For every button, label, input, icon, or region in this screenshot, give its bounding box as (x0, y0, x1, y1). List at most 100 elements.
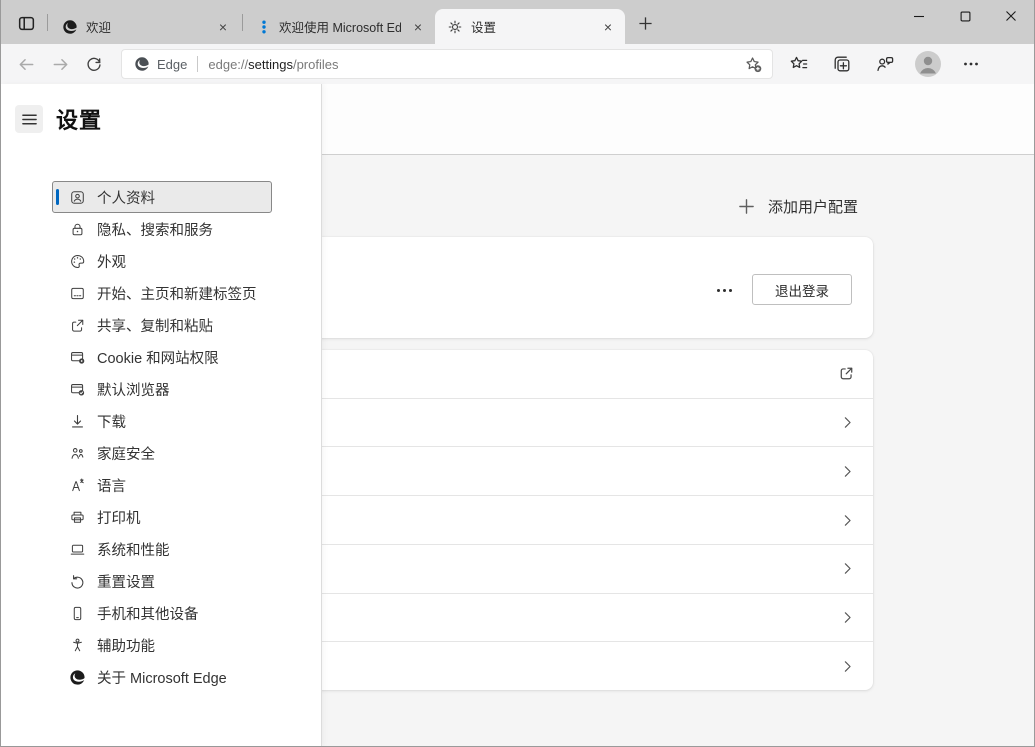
nav-item-reset-settings[interactable]: 重置设置 (52, 565, 272, 597)
profile-avatar[interactable] (912, 48, 944, 80)
chevron-right-icon (839, 463, 856, 480)
nav-item-languages[interactable]: 语言 (52, 469, 272, 501)
back-icon[interactable] (9, 47, 43, 81)
address-bar[interactable]: Edge edge://settings/profiles (121, 49, 773, 79)
url-text: edge://settings/profiles (208, 57, 338, 72)
gear-icon (447, 19, 463, 35)
system-icon (68, 541, 86, 558)
start-page-icon (68, 285, 86, 302)
nav-item-label: 隐私、搜索和服务 (97, 219, 213, 240)
cookie-permissions-icon (68, 349, 86, 366)
chevron-right-icon (839, 414, 856, 431)
palette-icon (68, 253, 86, 270)
family-icon (68, 445, 86, 462)
chevron-right-icon (839, 609, 856, 626)
nav-item-family-safety[interactable]: 家庭安全 (52, 437, 272, 469)
chevron-right-icon (839, 560, 856, 577)
settings-nav: 个人资料 隐私、搜索和服务 外观 开始、主页和新建标签页 共享、复制和粘贴 Co… (52, 181, 272, 693)
language-icon (68, 477, 86, 494)
forward-icon[interactable] (43, 47, 77, 81)
minimize-icon[interactable] (896, 0, 942, 32)
nav-item-label: 语言 (97, 475, 126, 496)
nav-item-accessibility[interactable]: 辅助功能 (52, 629, 272, 661)
nav-item-label: 手机和其他设备 (97, 603, 199, 624)
nav-item-label: 个人资料 (97, 187, 155, 208)
nav-item-label: 开始、主页和新建标签页 (97, 283, 257, 304)
nav-item-printers[interactable]: 打印机 (52, 501, 272, 533)
settings-nav-drawer: 设置 个人资料 隐私、搜索和服务 外观 开始、主页和新建标签页 共享、复制和粘贴 (1, 84, 322, 746)
tab-bar: 欢迎 × 欢迎使用 Microsoft Edg × 设置 × (1, 0, 1034, 44)
chevron-right-icon (839, 512, 856, 529)
default-browser-icon (68, 381, 86, 398)
add-favorite-icon[interactable] (737, 51, 769, 77)
nav-item-label: 家庭安全 (97, 443, 155, 464)
edge-logo-icon (134, 56, 150, 72)
nav-item-label: 重置设置 (97, 571, 155, 592)
menu-icon[interactable] (15, 105, 43, 133)
nav-item-label: 关于 Microsoft Edge (97, 667, 227, 688)
lock-icon (68, 221, 86, 238)
nav-item-downloads[interactable]: 下载 (52, 405, 272, 437)
profile-badge-icon (68, 189, 86, 206)
tab-title: 欢迎 (86, 17, 206, 36)
nav-item-label: 默认浏览器 (97, 379, 170, 400)
nav-item-label: 下载 (97, 411, 126, 432)
nav-item-system-performance[interactable]: 系统和性能 (52, 533, 272, 565)
tab-settings[interactable]: 设置 × (435, 9, 625, 44)
nav-item-label: 系统和性能 (97, 539, 170, 560)
external-link-icon (837, 364, 856, 383)
chevron-right-icon (839, 658, 856, 675)
edge-logo-icon (68, 669, 86, 686)
favorites-icon[interactable] (783, 48, 815, 80)
tab-welcome-microsoft-edge[interactable]: 欢迎使用 Microsoft Edg × (245, 9, 435, 44)
phone-icon (68, 605, 86, 622)
workspaces-icon[interactable] (11, 8, 41, 38)
tab-welcome[interactable]: 欢迎 × (50, 9, 240, 44)
nav-item-profiles[interactable]: 个人资料 (52, 181, 272, 213)
nav-item-label: 打印机 (97, 507, 141, 528)
nav-item-about-edge[interactable]: 关于 Microsoft Edge (52, 661, 272, 693)
share-icon (68, 317, 86, 334)
close-icon[interactable] (988, 0, 1034, 32)
close-icon[interactable]: × (409, 18, 427, 36)
refresh-icon[interactable] (77, 47, 111, 81)
blue-dots-favicon (257, 19, 271, 35)
nav-item-label: Cookie 和网站权限 (97, 347, 219, 368)
nav-item-label: 辅助功能 (97, 635, 155, 656)
tab-title: 设置 (471, 17, 591, 36)
tab-separator (242, 14, 243, 31)
plus-icon (738, 198, 755, 215)
nav-item-appearance[interactable]: 外观 (52, 245, 272, 277)
accessibility-icon (68, 637, 86, 654)
url-divider (197, 56, 198, 72)
tab-title: 欢迎使用 Microsoft Edg (279, 17, 401, 36)
more-actions-icon[interactable] (704, 277, 744, 303)
nav-item-label: 外观 (97, 251, 126, 272)
nav-item-start-home-newtab[interactable]: 开始、主页和新建标签页 (52, 277, 272, 309)
nav-item-share-copy-paste[interactable]: 共享、复制和粘贴 (52, 309, 272, 341)
settings-page: 添加用户配置 退出登录 (1, 84, 1034, 746)
page-title: 设置 (56, 103, 102, 135)
tab-separator (47, 14, 48, 31)
site-badge-label: Edge (157, 57, 187, 72)
nav-item-privacy[interactable]: 隐私、搜索和服务 (52, 213, 272, 245)
close-icon[interactable]: × (599, 18, 617, 36)
nav-item-cookies-permissions[interactable]: Cookie 和网站权限 (52, 341, 272, 373)
nav-item-default-browser[interactable]: 默认浏览器 (52, 373, 272, 405)
collections-icon[interactable] (826, 48, 858, 80)
close-icon[interactable]: × (214, 18, 232, 36)
new-tab-button[interactable] (631, 9, 659, 37)
nav-item-phone-devices[interactable]: 手机和其他设备 (52, 597, 272, 629)
signout-button[interactable]: 退出登录 (752, 274, 852, 305)
download-icon (68, 413, 86, 430)
add-profile-button[interactable]: 添加用户配置 (738, 190, 858, 222)
add-profile-label: 添加用户配置 (768, 196, 858, 217)
settings-menu-icon[interactable] (955, 48, 987, 80)
nav-item-label: 共享、复制和粘贴 (97, 315, 213, 336)
maximize-icon[interactable] (942, 0, 988, 32)
toolbar: Edge edge://settings/profiles (1, 44, 1034, 84)
printer-icon (68, 509, 86, 526)
window-controls (896, 0, 1034, 32)
reset-icon (68, 573, 86, 590)
feedback-icon[interactable] (869, 48, 901, 80)
